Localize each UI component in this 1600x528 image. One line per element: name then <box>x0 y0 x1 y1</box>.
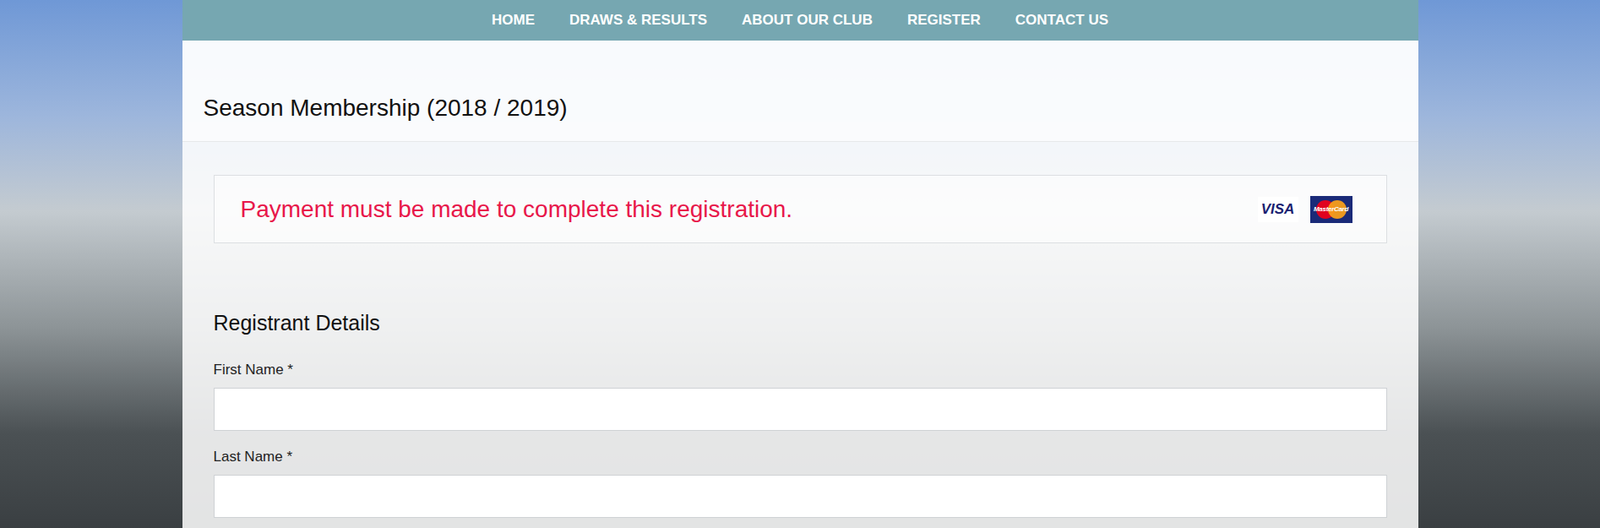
card-logos: VISA MasterCard <box>1257 195 1353 224</box>
text-input[interactable] <box>213 474 1388 518</box>
payment-notice-text: Payment must be made to complete this re… <box>240 195 794 224</box>
page-container: HOME DRAWS & RESULTS ABOUT OUR CLUB REGISTE… <box>182 0 1419 528</box>
visa-logo-icon: VISA <box>1257 196 1299 223</box>
mastercard-logo-icon: MasterCard <box>1310 195 1353 224</box>
field-label: First Name * <box>213 361 1388 379</box>
nav-item[interactable]: HOME <box>491 11 535 29</box>
content: Payment must be made to complete this re… <box>182 141 1419 518</box>
nav-item[interactable]: DRAWS & RESULTS <box>569 11 708 29</box>
page-title: Season Membership (2018 / 2019) <box>203 92 1398 123</box>
payment-notice: Payment must be made to complete this re… <box>213 174 1388 244</box>
page-header: Season Membership (2018 / 2019) <box>182 40 1419 142</box>
nav-item[interactable]: CONTACT US <box>1015 11 1109 29</box>
stadium-background: HOME DRAWS & RESULTS ABOUT OUR CLUB REGISTE… <box>0 0 1600 528</box>
field-label: Last Name * <box>213 448 1388 466</box>
nav-item[interactable]: REGISTER <box>907 11 981 29</box>
form-field: Last Name * <box>213 448 1388 518</box>
text-input[interactable] <box>213 387 1388 431</box>
nav-bar: HOME DRAWS & RESULTS ABOUT OUR CLUB REGISTE… <box>182 0 1419 41</box>
nav-item[interactable]: ABOUT OUR CLUB <box>741 11 873 29</box>
form-field: First Name * <box>213 361 1388 431</box>
section-title: Registrant Details <box>213 310 1388 336</box>
